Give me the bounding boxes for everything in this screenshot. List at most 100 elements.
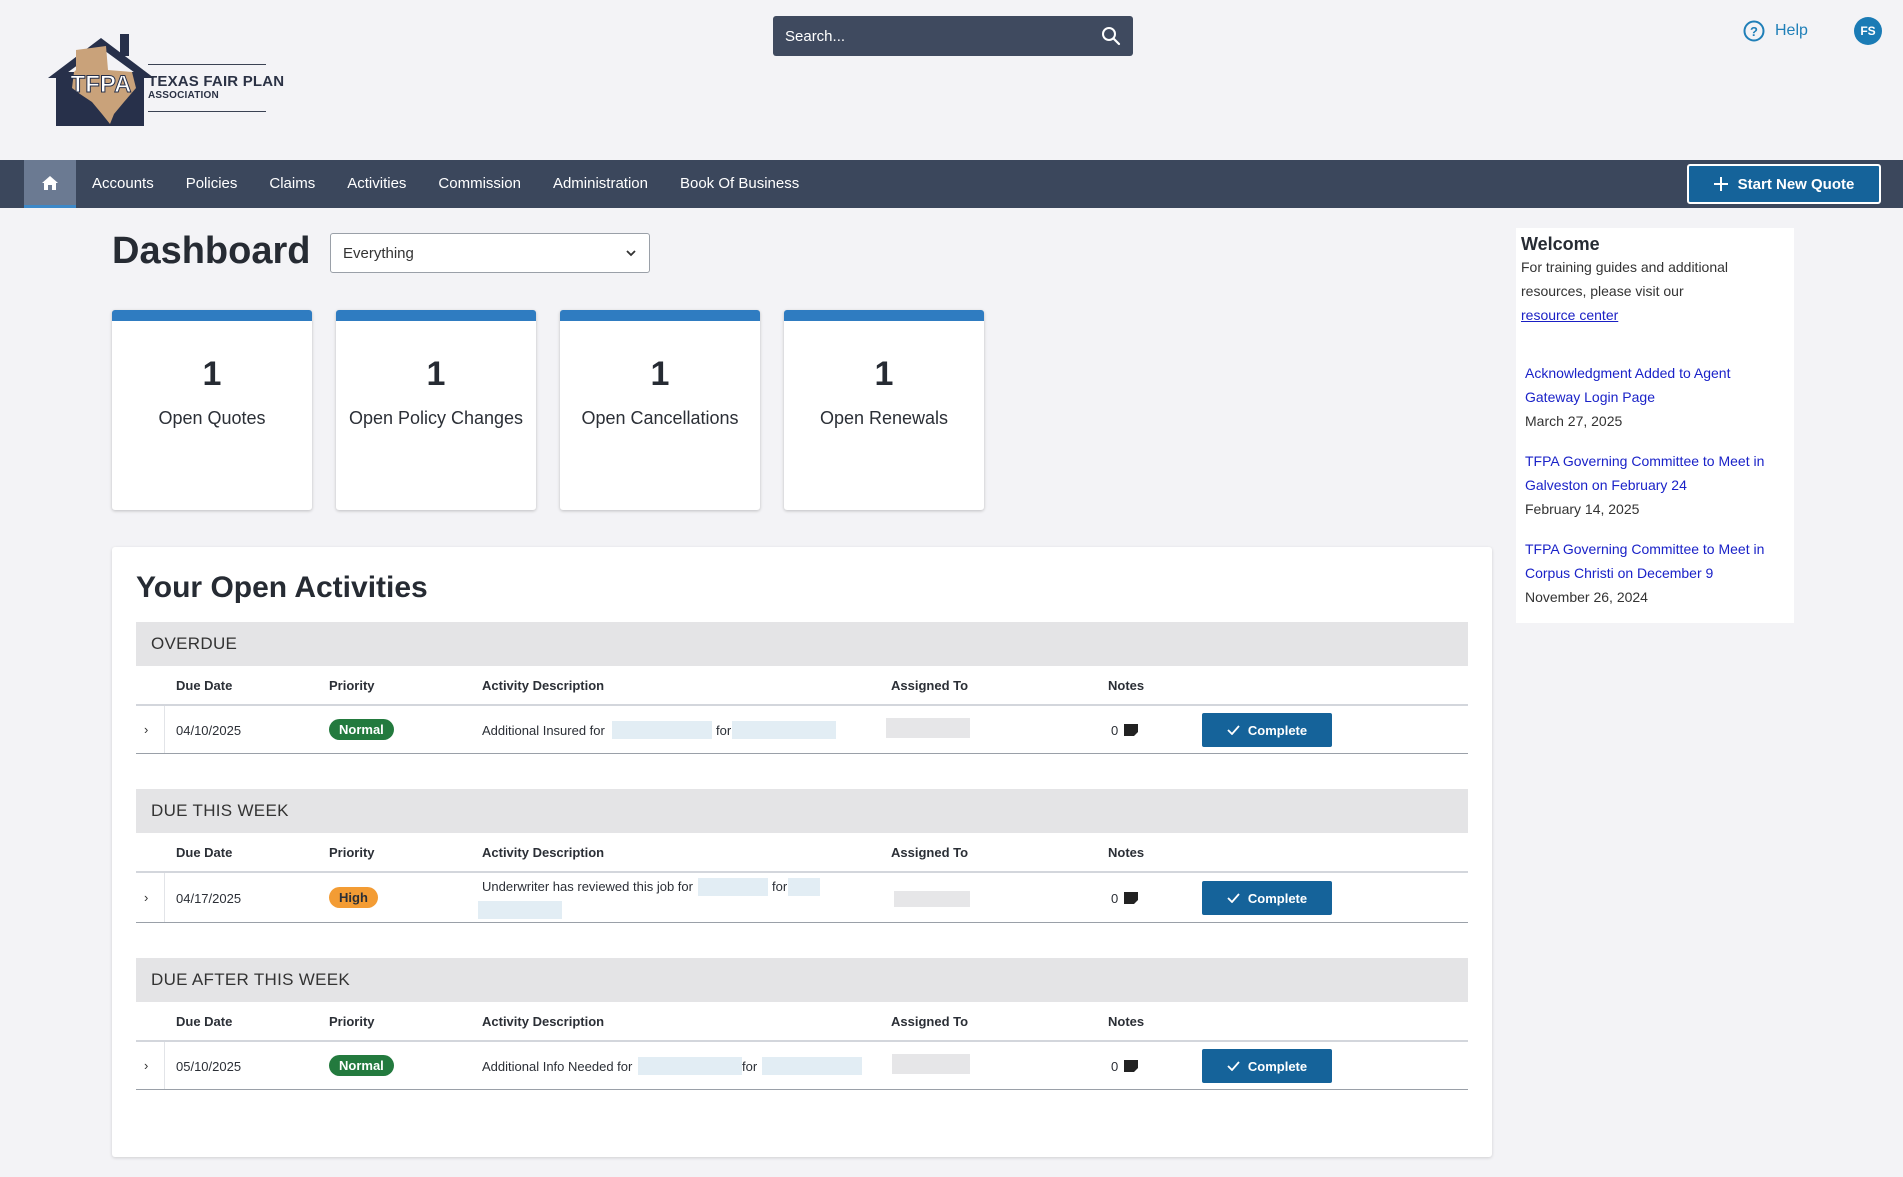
welcome-title: Welcome — [1521, 234, 1600, 254]
user-avatar[interactable]: FS — [1854, 17, 1882, 45]
svg-text:TFPA: TFPA — [71, 71, 132, 98]
open-policy-changes-card[interactable]: 1 Open Policy Changes — [336, 310, 536, 510]
start-new-quote-button[interactable]: Start New Quote — [1687, 164, 1881, 204]
nav-item-accounts[interactable]: Accounts — [76, 160, 170, 208]
table-row: › 04/10/2025 Normal Additional Insured f… — [136, 706, 1468, 754]
news-title-link[interactable]: Acknowledgment Added to Agent Gateway Lo… — [1525, 361, 1788, 409]
check-icon — [1227, 725, 1240, 735]
resource-center-link[interactable]: resource center — [1521, 303, 1788, 327]
search-input[interactable]: Search... — [785, 28, 1101, 45]
priority-badge: High — [329, 887, 378, 908]
start-new-quote-label: Start New Quote — [1737, 175, 1855, 193]
col-notes[interactable]: Notes — [1108, 845, 1144, 860]
redacted-policy — [732, 721, 836, 739]
open-renewals-card[interactable]: 1 Open Renewals — [784, 310, 984, 510]
row-divider — [164, 873, 165, 922]
complete-button[interactable]: Complete — [1202, 1049, 1332, 1083]
dashboard-filter-select[interactable]: Everything — [330, 233, 650, 273]
redacted-assignee — [892, 1054, 970, 1074]
card-count: 1 — [426, 355, 446, 393]
col-due-date[interactable]: Due Date — [176, 845, 232, 860]
news-title-link[interactable]: TFPA Governing Committee to Meet in Galv… — [1525, 449, 1788, 497]
complete-button[interactable]: Complete — [1202, 713, 1332, 747]
priority-badge: Normal — [329, 1055, 394, 1076]
news-date: March 27, 2025 — [1525, 413, 1623, 429]
card-label: Open Renewals — [819, 408, 949, 428]
nav-item-policies[interactable]: Policies — [170, 160, 254, 208]
col-assigned-to[interactable]: Assigned To — [891, 845, 968, 860]
complete-button[interactable]: Complete — [1202, 881, 1332, 915]
logo-wordmark: TEXAS FAIR PLAN ASSOCIATION — [148, 73, 284, 102]
complete-label: Complete — [1247, 1058, 1308, 1074]
activity-group-due-after-this-week: DUE AFTER THIS WEEK Due Date Priority Ac… — [136, 958, 1468, 1090]
search-bar[interactable]: Search... — [773, 16, 1133, 56]
card-label: Open Policy Changes — [348, 408, 524, 428]
col-priority[interactable]: Priority — [329, 845, 375, 860]
activity-group-overdue: OVERDUE Due Date Priority Activity Descr… — [136, 622, 1468, 754]
notes-count: 0 — [1111, 1059, 1119, 1074]
page-title: Dashboard — [112, 230, 311, 272]
priority-badge: Normal — [329, 719, 394, 740]
news-list: Acknowledgment Added to Agent Gateway Lo… — [1521, 361, 1788, 609]
row-divider — [164, 706, 165, 753]
redacted-insured — [698, 878, 768, 896]
col-assigned-to[interactable]: Assigned To — [891, 1014, 968, 1029]
question-circle-icon: ? — [1743, 20, 1765, 42]
chevron-right-icon[interactable]: › — [144, 1058, 148, 1073]
redacted-insured — [638, 1057, 742, 1075]
logo-name: TEXAS FAIR PLAN — [148, 73, 285, 90]
news-title-link[interactable]: TFPA Governing Committee to Meet in Corp… — [1525, 537, 1788, 585]
col-activity-description[interactable]: Activity Description — [482, 845, 604, 860]
activity-description: Additional Insured for — [482, 723, 605, 738]
col-due-date[interactable]: Due Date — [176, 1014, 232, 1029]
col-assigned-to[interactable]: Assigned To — [891, 678, 968, 693]
nav-item-activities[interactable]: Activities — [331, 160, 422, 208]
help-link[interactable]: ? Help — [1743, 20, 1808, 42]
table-header: Due Date Priority Activity Description A… — [136, 833, 1468, 873]
filter-value: Everything — [343, 244, 414, 262]
col-activity-description[interactable]: Activity Description — [482, 1014, 604, 1029]
logo-subtitle: ASSOCIATION — [148, 90, 219, 101]
row-divider — [164, 1042, 165, 1089]
nav-item-claims[interactable]: Claims — [253, 160, 331, 208]
house-logo-icon: TFPA — [48, 34, 154, 126]
news-date: November 26, 2024 — [1525, 589, 1648, 605]
logo-divider-top — [148, 64, 266, 65]
group-heading: OVERDUE — [136, 622, 1468, 666]
due-date: 04/17/2025 — [176, 891, 242, 906]
note-icon[interactable] — [1124, 1060, 1138, 1072]
site-header: TFPA TEXAS FAIR PLAN ASSOCIATION Search.… — [0, 0, 1903, 160]
search-icon[interactable] — [1101, 26, 1121, 46]
nav-home[interactable] — [24, 160, 76, 208]
col-notes[interactable]: Notes — [1108, 1014, 1144, 1029]
redacted-policy-continued — [478, 901, 562, 919]
table-header: Due Date Priority Activity Description A… — [136, 666, 1468, 706]
col-activity-description[interactable]: Activity Description — [482, 678, 604, 693]
open-cancellations-card[interactable]: 1 Open Cancellations — [560, 310, 760, 510]
check-icon — [1227, 893, 1240, 903]
chevron-right-icon[interactable]: › — [144, 890, 148, 905]
card-count: 1 — [874, 355, 894, 393]
due-date: 04/10/2025 — [176, 723, 242, 738]
redacted-assignee — [894, 891, 970, 907]
col-notes[interactable]: Notes — [1108, 678, 1144, 693]
redacted-policy — [788, 878, 820, 896]
nav-item-book-of-business[interactable]: Book Of Business — [664, 160, 815, 208]
col-priority[interactable]: Priority — [329, 1014, 375, 1029]
due-date: 05/10/2025 — [176, 1059, 242, 1074]
svg-text:?: ? — [1750, 24, 1758, 39]
logo-divider-bottom — [148, 111, 266, 112]
notes-count: 0 — [1111, 891, 1119, 906]
nav-item-administration[interactable]: Administration — [537, 160, 664, 208]
open-activities-panel: Your Open Activities OVERDUE Due Date Pr… — [112, 547, 1492, 1157]
complete-label: Complete — [1247, 722, 1308, 738]
note-icon[interactable] — [1124, 724, 1138, 736]
note-icon[interactable] — [1124, 892, 1138, 904]
col-due-date[interactable]: Due Date — [176, 678, 232, 693]
nav-item-commission[interactable]: Commission — [422, 160, 537, 208]
description-connector: for — [716, 723, 732, 738]
open-quotes-card[interactable]: 1 Open Quotes — [112, 310, 312, 510]
chevron-right-icon[interactable]: › — [144, 722, 148, 737]
col-priority[interactable]: Priority — [329, 678, 375, 693]
news-item: Acknowledgment Added to Agent Gateway Lo… — [1525, 361, 1788, 433]
